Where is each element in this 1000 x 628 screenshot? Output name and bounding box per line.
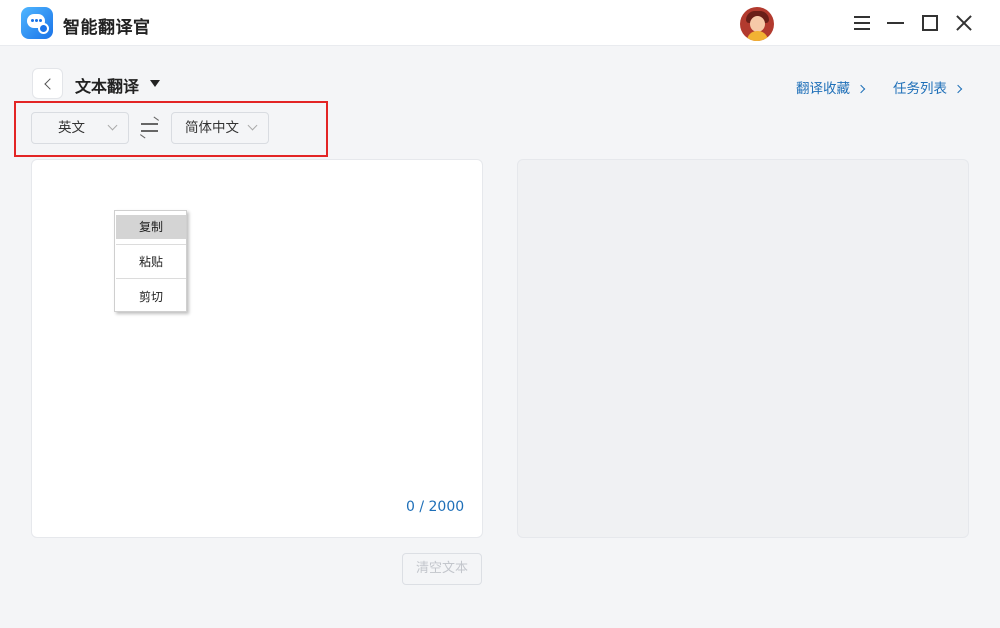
title-bar: 智能翻译官 — [0, 0, 1000, 46]
task-list-link-label: 任务列表 — [893, 81, 947, 97]
context-menu-cut[interactable]: 剪切 — [116, 285, 186, 309]
avatar[interactable] — [740, 7, 774, 41]
chevron-down-icon — [107, 120, 118, 131]
page-title[interactable]: 文本翻译 — [75, 73, 139, 97]
swap-languages-icon[interactable] — [140, 116, 160, 139]
translation-output-area — [517, 159, 969, 538]
source-text-area[interactable] — [31, 159, 483, 538]
menu-icon[interactable] — [850, 11, 874, 35]
chevron-down-icon — [247, 120, 258, 131]
minimize-icon[interactable] — [884, 11, 908, 35]
chevron-right-icon — [856, 84, 866, 94]
favorites-link[interactable]: 翻译收藏 — [796, 77, 866, 97]
chevron-right-icon — [953, 84, 963, 94]
target-language-value: 简体中文 — [185, 120, 239, 136]
context-menu-paste[interactable]: 粘贴 — [116, 250, 186, 274]
caret-down-icon[interactable] — [150, 80, 160, 87]
menu-divider — [116, 244, 186, 245]
close-icon[interactable] — [952, 11, 976, 35]
target-language-select[interactable]: 简体中文 — [171, 112, 269, 144]
maximize-icon[interactable] — [918, 11, 942, 35]
task-list-link[interactable]: 任务列表 — [893, 77, 963, 97]
app-title: 智能翻译官 — [63, 18, 151, 38]
source-language-select[interactable]: 英文 — [31, 112, 129, 144]
context-menu-copy[interactable]: 复制 — [116, 215, 186, 239]
chat-bubble-gear-icon — [21, 7, 53, 39]
source-language-value: 英文 — [58, 120, 85, 136]
context-menu: 复制 粘贴 剪切 — [114, 210, 187, 312]
clear-text-button[interactable]: 清空文本 — [402, 553, 482, 585]
favorites-link-label: 翻译收藏 — [796, 81, 850, 97]
menu-divider — [116, 278, 186, 279]
char-count: 0 / 2000 — [406, 499, 465, 515]
back-button[interactable] — [32, 68, 63, 99]
